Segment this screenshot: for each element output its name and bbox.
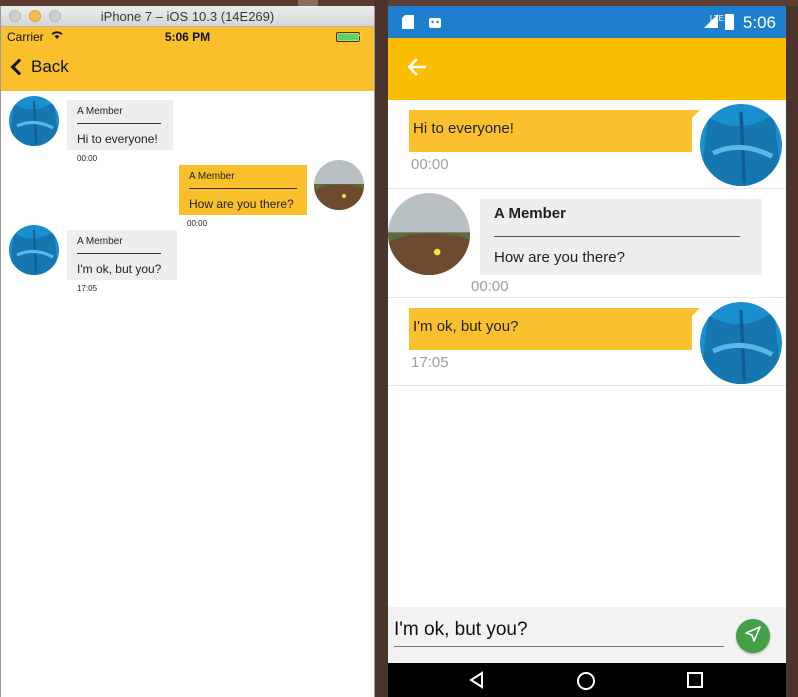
desktop-background-right: [786, 6, 798, 697]
square-recent-icon[interactable]: [686, 671, 704, 694]
message-author: A Member: [189, 171, 235, 182]
compose-area: [388, 607, 786, 663]
status-time: 5:06: [742, 13, 776, 32]
signal-icon: [704, 14, 718, 31]
ios-navigation-bar: Back: [1, 47, 374, 91]
avatar: [314, 160, 364, 210]
bubble-tail: [692, 308, 700, 316]
message-input[interactable]: [394, 619, 724, 647]
triangle-back-icon[interactable]: [468, 671, 486, 694]
message-text: How are you there?: [494, 249, 625, 266]
message-time: 00:00: [187, 219, 208, 228]
message-divider: [494, 236, 740, 237]
message-text: How are you there?: [189, 197, 294, 211]
avatar: [700, 302, 782, 384]
row-divider: [388, 297, 786, 298]
android-icon: [428, 15, 442, 32]
message-text: I'm ok, but you?: [413, 318, 519, 335]
back-button-label: Back: [31, 57, 69, 76]
circle-home-icon[interactable]: [576, 671, 596, 696]
own-message-bubble: A Member How are you there?: [179, 165, 307, 215]
message-bubble: A Member I'm ok, but you?: [67, 230, 177, 280]
ios-message-list[interactable]: A Member Hi to everyone! 00:00 A Member …: [1, 91, 374, 696]
sd-card-icon: [402, 15, 414, 32]
own-message-bubble: I'm ok, but you?: [409, 308, 700, 350]
message-time: 00:00: [411, 156, 449, 173]
ios-simulator-window: iPhone 7 – iOS 10.3 (14E269) Carrier 5:0…: [0, 6, 375, 697]
android-navigation-bar: [388, 663, 786, 697]
avatar: [9, 96, 59, 146]
desktop-background: [374, 0, 388, 697]
message-text: Hi to everyone!: [413, 120, 514, 137]
message-author: A Member: [77, 106, 123, 117]
message-time: 17:05: [411, 354, 449, 371]
row-divider: [388, 385, 786, 386]
charging-icon: ⚡: [356, 30, 370, 42]
status-time: 5:06 PM: [164, 30, 211, 44]
battery-icon: [725, 14, 734, 30]
android-status-bar: LTE 5:06: [388, 6, 786, 38]
row-divider: [388, 188, 786, 189]
message-divider: [77, 253, 161, 254]
own-message-bubble: Hi to everyone!: [409, 110, 700, 152]
send-icon: [744, 625, 762, 648]
android-emulator-screen: LTE 5:06 Hi to everyone! 00:00 A Member …: [388, 6, 786, 697]
avatar: [700, 104, 782, 186]
ios-status-bar: Carrier 5:06 PM ⚡: [1, 27, 374, 47]
message-divider: [189, 188, 297, 189]
message-time: 17:05: [77, 284, 98, 293]
arrow-left-icon[interactable]: [406, 56, 428, 85]
avatar: [9, 225, 59, 275]
send-button[interactable]: [736, 619, 770, 653]
message-author: A Member: [77, 236, 123, 247]
chevron-left-icon: [10, 58, 28, 76]
android-message-list[interactable]: Hi to everyone! 00:00 A Member How are y…: [388, 100, 786, 607]
message-author: A Member: [494, 205, 566, 222]
window-title: iPhone 7 – iOS 10.3 (14E269): [100, 9, 275, 24]
android-toolbar: [388, 38, 786, 100]
window-titlebar: iPhone 7 – iOS 10.3 (14E269): [1, 6, 374, 27]
message-text: Hi to everyone!: [77, 132, 158, 146]
message-bubble: A Member Hi to everyone!: [67, 100, 173, 150]
bubble-tail: [692, 110, 700, 118]
message-time: 00:00: [471, 278, 509, 295]
message-time: 00:00: [77, 154, 98, 163]
message-text: I'm ok, but you?: [77, 262, 162, 276]
message-divider: [77, 123, 161, 124]
back-button[interactable]: Back: [9, 57, 69, 77]
message-bubble: A Member How are you there?: [480, 199, 762, 275]
avatar: [388, 193, 470, 275]
